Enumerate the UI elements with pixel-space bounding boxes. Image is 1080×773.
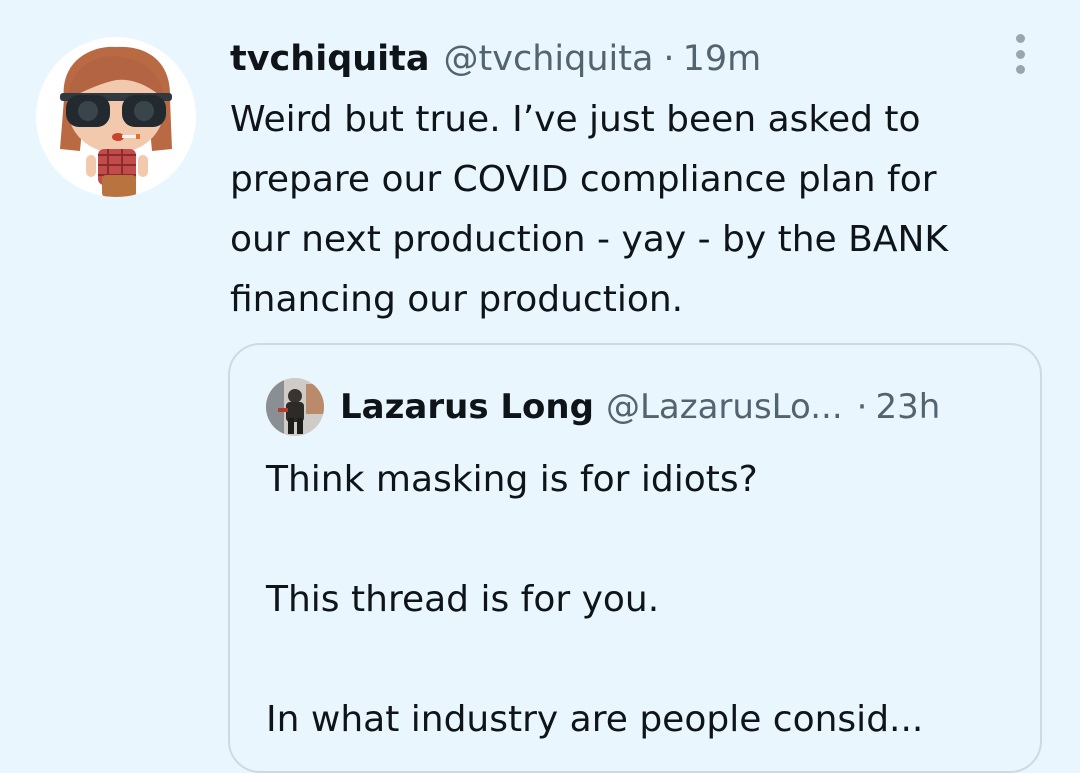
more-vertical-icon[interactable] bbox=[1008, 34, 1032, 74]
quote-text: Think masking is for idiots? This thread… bbox=[266, 450, 1006, 771]
quote-display-name[interactable]: Lazarus Long bbox=[340, 382, 594, 432]
quote-avatar[interactable] bbox=[266, 378, 324, 436]
tweet-header: tvchiquita @tvchiquita · 19m bbox=[230, 34, 761, 84]
quote-header: Lazarus Long @LazarusLo... · 23h bbox=[340, 382, 940, 432]
more-dot bbox=[1015, 65, 1025, 74]
quote-paragraph: In what industry are people consid... bbox=[266, 699, 924, 740]
user-avatar[interactable] bbox=[36, 37, 196, 197]
quote-separator-dot: · bbox=[856, 387, 868, 427]
timestamp[interactable]: 19m bbox=[683, 34, 762, 84]
quote-paragraph: Think masking is for idiots? bbox=[266, 459, 758, 500]
quote-paragraph: This thread is for you. bbox=[266, 579, 660, 620]
more-dot bbox=[1015, 49, 1025, 59]
tweet-text: Weird but true. I’ve just been asked to … bbox=[230, 99, 948, 320]
photo-avatar-icon bbox=[266, 378, 324, 436]
separator-dot: · bbox=[663, 39, 675, 79]
quote-tweet-card[interactable]: Lazarus Long @LazarusLo... · 23h Think m… bbox=[228, 343, 1042, 773]
display-name[interactable]: tvchiquita bbox=[230, 34, 430, 84]
quote-timestamp[interactable]: 23h bbox=[875, 382, 940, 432]
more-dot bbox=[1015, 34, 1025, 43]
quote-handle[interactable]: @LazarusLo... bbox=[606, 382, 843, 432]
funko-avatar-icon bbox=[60, 46, 172, 197]
user-handle[interactable]: @tvchiquita bbox=[444, 34, 654, 84]
